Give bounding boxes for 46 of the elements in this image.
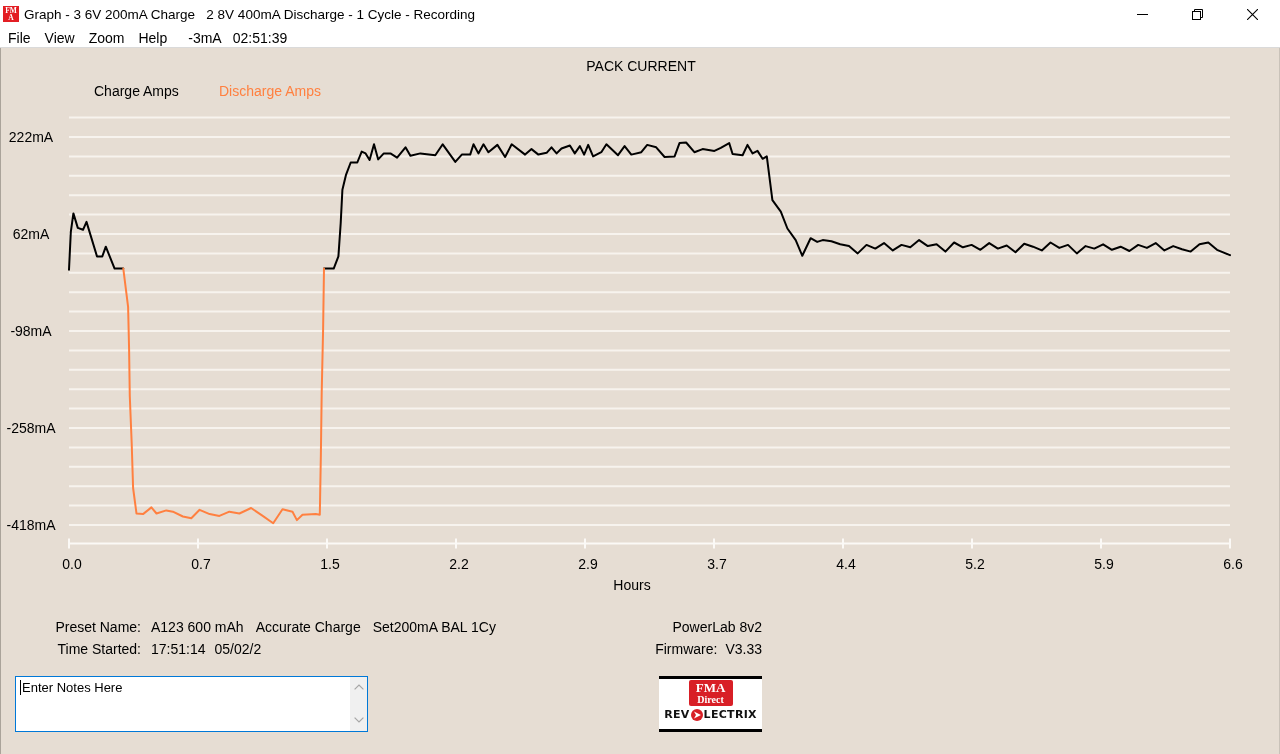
field-value: 05/02/2 [214, 640, 262, 659]
x-tick-label: 0.7 [191, 556, 211, 572]
scroll-down-icon[interactable] [353, 717, 364, 723]
x-tick-label: 1.5 [320, 556, 340, 572]
x-tick-label: 3.7 [707, 556, 727, 572]
menu-item[interactable]: Zoom [81, 29, 132, 46]
field-label: Time Started: [56, 640, 141, 659]
y-tick-label: -418mA [6, 517, 56, 533]
elapsed-time: 02:51:39 [232, 29, 288, 46]
menu-item[interactable]: File [1, 29, 38, 46]
current-reading: -3mA [188, 29, 222, 46]
chart-title: PACK CURRENT [586, 58, 696, 74]
logo-wordmark: REV [664, 709, 690, 721]
x-tick-label: 0.0 [62, 556, 82, 572]
field-value: A123 600 mAh [151, 618, 244, 637]
x-tick-label: 2.2 [449, 556, 469, 572]
field-value: V3.33 [725, 640, 762, 659]
field-value: Accurate Charge [255, 618, 361, 637]
scrollbar[interactable] [350, 677, 367, 731]
field-label: Firmware: [655, 640, 718, 659]
scroll-up-icon[interactable] [353, 684, 364, 690]
arrow-circle-icon [690, 709, 703, 721]
close-icon [1247, 8, 1258, 20]
y-tick-label: -258mA [6, 420, 56, 436]
x-tick-label: 6.6 [1223, 556, 1243, 572]
device-name: PowerLab 8v2 [672, 618, 762, 637]
y-tick-label: 222mA [8, 129, 54, 145]
logo-wordmark: LECTRIX [703, 709, 757, 721]
y-tick-label: -98mA [10, 323, 52, 339]
menu-item[interactable]: View [37, 29, 82, 46]
x-tick-label: 2.9 [578, 556, 598, 572]
menu-item[interactable]: Help [131, 29, 175, 46]
window-title: Graph - 3 6V 200mA Charge 2 8V 400mA Discharge - 1 Cycle - Recording [24, 6, 476, 22]
field-value: 17:51:14 [151, 640, 206, 659]
minimize-icon [1137, 13, 1148, 15]
logo-badge: FMA Direct [688, 680, 733, 706]
x-axis-label: Hours [613, 577, 651, 593]
x-tick-label: 5.9 [1094, 556, 1114, 572]
x-tick-label: 4.4 [836, 556, 856, 572]
legend-label: Discharge Amps [219, 83, 321, 99]
field-value: Set200mA BAL 1Cy [372, 618, 496, 637]
y-tick-label: 62mA [12, 226, 50, 242]
x-tick-label: 5.2 [965, 556, 985, 572]
restore-icon [1192, 8, 1203, 20]
field-label: Preset Name: [54, 618, 141, 637]
notes-field[interactable]: Enter Notes Here [15, 676, 368, 732]
